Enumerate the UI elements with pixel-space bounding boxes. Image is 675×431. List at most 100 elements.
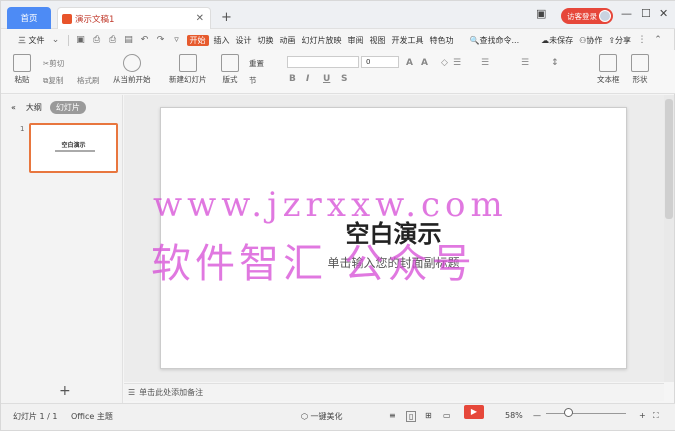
notes-bar[interactable]: ☰ 单击此处添加备注 (124, 383, 664, 401)
textbox-button[interactable]: 文本框 (597, 54, 620, 85)
title-bar: 首页 演示文稿1 ✕ + ▣ 访客登录 — ☐ ✕ (1, 1, 675, 29)
minimize-icon[interactable]: — (621, 7, 632, 20)
reset-button[interactable]: 重置 (249, 58, 264, 69)
new-slide-button[interactable]: 新建幻灯片 (169, 54, 207, 85)
numbering-icon[interactable]: ☰ (481, 58, 489, 68)
grow-font-icon[interactable]: A (406, 58, 413, 68)
cut-button[interactable]: ✂ 剪切 (43, 58, 64, 69)
notes-toggle-icon[interactable]: ≡ (389, 411, 396, 420)
zoom-slider-handle[interactable] (564, 408, 573, 417)
bullets-icon[interactable]: ☰ (453, 58, 461, 68)
divider (67, 34, 69, 46)
file-menu[interactable]: 三 文件 (15, 35, 48, 46)
undo-icon[interactable]: ↶ (140, 35, 150, 45)
window-layout-icon[interactable]: ▣ (536, 7, 546, 20)
textbox-icon (599, 54, 618, 72)
beautify-button[interactable]: ⬡ 一键美化 (301, 411, 343, 422)
new-tab-button[interactable]: + (221, 10, 232, 25)
play-icon (122, 54, 141, 72)
chevron-down-icon[interactable]: ⌄ (51, 35, 61, 45)
menu-item-view[interactable]: 视图 (367, 35, 389, 46)
zoom-out-icon[interactable]: — (533, 411, 541, 420)
slide-panel: « 大纲 幻灯片 1 空白演示 + (1, 95, 123, 403)
menu-item-developer[interactable]: 开发工具 (389, 35, 427, 46)
tab-slides[interactable]: 幻灯片 (49, 101, 86, 114)
menu-item-transition[interactable]: 切换 (255, 35, 277, 46)
thumbnail-subtitle-line (55, 150, 95, 152)
login-button[interactable]: 访客登录 (561, 8, 613, 24)
menu-item-features[interactable]: 特色功 (427, 35, 457, 46)
search-icon: 🔍 (469, 35, 480, 45)
shape-button[interactable]: 形状 (631, 54, 649, 85)
maximize-icon[interactable]: ☐ (641, 7, 651, 20)
text-direction-icon[interactable]: ↕ (551, 58, 559, 68)
tab-home[interactable]: 首页 (7, 7, 51, 29)
section-button[interactable]: 节 (249, 75, 257, 86)
slide-count: 幻灯片 1 / 1 (13, 412, 58, 421)
line-spacing-icon[interactable]: ☰ (521, 58, 529, 68)
redo-icon[interactable]: ↷ (156, 35, 166, 45)
search-command[interactable]: 🔍查找命令... (467, 35, 523, 46)
zoom-level[interactable]: 58% (505, 411, 523, 420)
tab-document[interactable]: 演示文稿1 ✕ (57, 7, 211, 29)
menu-item-insert[interactable]: 插入 (211, 35, 233, 46)
more-icon[interactable]: ▿ (172, 35, 182, 45)
paste-icon (13, 54, 31, 72)
close-tab-icon[interactable]: ✕ (196, 13, 204, 24)
slideshow-play-button[interactable]: ▶ (464, 405, 484, 419)
collab-button[interactable]: ⚇协作 (576, 35, 605, 46)
from-current-button[interactable]: 从当前开始 (113, 54, 151, 85)
font-size-select[interactable]: 0 (361, 56, 399, 68)
login-label: 访客登录 (567, 11, 597, 21)
menu-item-slideshow[interactable]: 幻灯片放映 (299, 35, 345, 46)
copy-button[interactable]: ⧉ 复制 (43, 75, 63, 86)
italic-button[interactable]: I (306, 74, 309, 84)
paste-button[interactable]: 粘贴 (13, 54, 31, 85)
format-painter-button[interactable]: 格式刷 (77, 75, 100, 86)
shrink-font-icon[interactable]: A (421, 58, 428, 68)
slide-thumbnail[interactable]: 空白演示 (29, 123, 118, 173)
font-family-select[interactable] (287, 56, 359, 68)
underline-button[interactable]: U (323, 74, 330, 84)
slide-sorter-icon[interactable]: ⊞ (425, 411, 432, 420)
print-preview-icon[interactable]: ▤ (124, 35, 134, 45)
normal-view-icon[interactable]: ▯ (406, 411, 417, 422)
menu-item-design[interactable]: 设计 (233, 35, 255, 46)
notes-icon: ☰ (128, 388, 136, 397)
shadow-text-button[interactable]: S (341, 74, 347, 84)
share-button[interactable]: ⇪分享 (605, 35, 634, 46)
ribbon-toolbar: 粘贴 ✂ 剪切 ⧉ 复制 格式刷 从当前开始 新建幻灯片 版式 重置 节 0 B I… (1, 50, 675, 94)
clear-format-icon[interactable]: ◇ (441, 58, 448, 68)
add-slide-button[interactable]: + (59, 383, 71, 399)
unsaved-status[interactable]: ☁未保存 (538, 35, 576, 46)
vertical-scrollbar[interactable] (664, 95, 674, 382)
menu-item-animation[interactable]: 动画 (277, 35, 299, 46)
slide-number: 1 (20, 125, 25, 133)
close-window-icon[interactable]: ✕ (659, 7, 668, 20)
collapse-ribbon-icon[interactable]: ⌃ (653, 35, 663, 45)
zoom-slider[interactable] (546, 413, 626, 414)
document-tab-label: 演示文稿1 (75, 14, 115, 25)
print-icon[interactable]: ⎙ (108, 35, 118, 45)
menu-item-review[interactable]: 审阅 (345, 35, 367, 46)
status-bar: 幻灯片 1 / 1 Office 主题 ⬡ 一键美化 ≡ ▯ ⊞ ▭ 58% —… (1, 403, 675, 430)
collapse-panel-icon[interactable]: « (11, 103, 16, 112)
layout-icon (221, 54, 239, 72)
more-options-icon[interactable]: ⋮ (637, 35, 647, 45)
save-icon[interactable]: ▣ (76, 35, 86, 45)
fit-window-icon[interactable]: ⛶ (653, 411, 659, 421)
export-pdf-icon[interactable]: ⎙ (92, 35, 102, 45)
reading-view-icon[interactable]: ▭ (443, 411, 451, 420)
menu-item-start[interactable]: 开始 (186, 34, 209, 46)
presentation-icon (62, 13, 72, 24)
theme-name[interactable]: Office 主题 (71, 411, 113, 422)
watermark-url: www.jzrxxw.com (153, 185, 508, 225)
thumbnail-title: 空白演示 (61, 142, 86, 149)
tab-outline[interactable]: 大纲 (26, 102, 42, 113)
layout-button[interactable]: 版式 (221, 54, 239, 85)
wps-presentation-window: 首页 演示文稿1 ✕ + ▣ 访客登录 — ☐ ✕ 三 文件 ⌄ ▣ ⎙ ⎙ ▤… (0, 0, 675, 431)
shape-icon (631, 54, 649, 72)
bold-button[interactable]: B (289, 74, 296, 84)
zoom-in-icon[interactable]: + (639, 411, 646, 420)
scrollbar-thumb[interactable] (665, 99, 673, 219)
